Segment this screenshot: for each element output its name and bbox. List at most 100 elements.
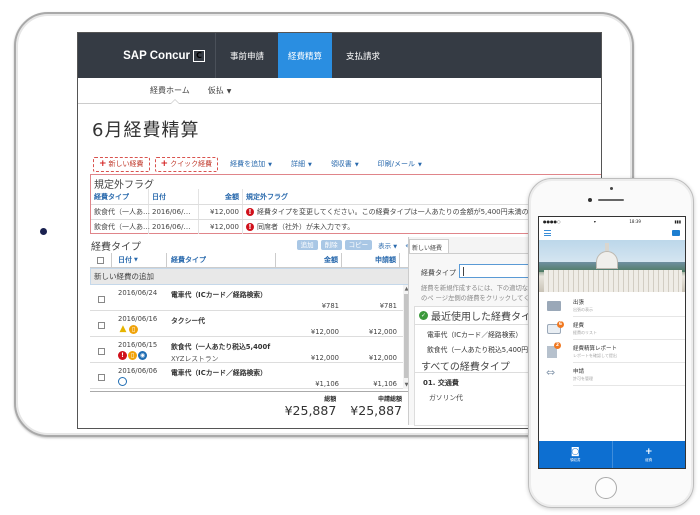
row-checkbox[interactable] <box>97 374 105 381</box>
phone-camera <box>588 198 592 202</box>
brand[interactable]: SAP Concur C <box>78 33 216 78</box>
menu-label: 経費を追加 <box>230 160 266 168</box>
print-email-menu[interactable]: 印刷/メール ▼ <box>371 159 429 169</box>
col-header-amount[interactable]: 金額 <box>199 189 243 204</box>
plus-icon: + <box>160 159 169 169</box>
add-button[interactable]: 追加 <box>296 240 318 250</box>
exception-amount: ¥12,000 <box>199 205 243 219</box>
wifi-icon: ▾ <box>593 219 596 224</box>
tab-expense[interactable]: 経費精算 <box>278 33 333 78</box>
col-header-type[interactable]: 経費タイプ <box>91 189 149 204</box>
col-header-type[interactable]: 経費タイプ <box>167 253 276 267</box>
exceptions-title: 規定外フラグ <box>94 180 154 191</box>
col-header-amount[interactable]: 金額 <box>276 253 342 267</box>
new-expense-button[interactable]: + 新しい経費 <box>93 156 150 172</box>
exception-type: 飲食代（一人あ… <box>91 205 150 219</box>
add-expense-menu[interactable]: 経費を追加 ▼ <box>223 159 279 169</box>
phone-menu-expenses[interactable]: 6 経費 経費のリスト <box>539 317 685 340</box>
receipts-menu[interactable]: 領収書 ▼ <box>324 159 366 169</box>
row-vendor: XYZレストラン <box>171 355 219 363</box>
view-menu[interactable]: 表示 ▼ <box>378 240 397 250</box>
phone-menu-travel[interactable]: 出張 出張の表示 <box>539 294 685 317</box>
tab-label: 経費精算 <box>288 51 323 62</box>
delete-button[interactable]: 削除 <box>320 240 342 250</box>
exception-date: 2016/06/… <box>149 220 199 234</box>
subnav-cash-advance[interactable]: 仮払 ▼ <box>208 85 232 96</box>
row-date: 2016/06/24 <box>118 289 158 297</box>
row-type: 電車代（ICカード／経路検索） <box>171 369 267 377</box>
hamburger-menu-icon[interactable] <box>544 230 551 236</box>
exception-row[interactable]: 飲食代（一人あ… 2016/06/… ¥12,000 ! 同席者（社外）が未入力で… <box>91 219 601 234</box>
row-date: 2016/06/16 <box>118 315 158 323</box>
button-label: 領収書 <box>570 457 581 462</box>
phone-menu-approvals[interactable]: 申請許可を管理 <box>539 363 685 386</box>
new-expense-tab[interactable]: 新しい経費 <box>409 239 449 253</box>
arrows-icon <box>546 366 561 380</box>
item-title: 経費精算レポート <box>573 345 618 352</box>
total-value: ¥25,887 <box>284 403 337 418</box>
tablet-camera <box>40 228 47 235</box>
phone-speaker <box>598 199 624 201</box>
select-all-checkbox[interactable] <box>97 256 104 264</box>
add-new-expense-row[interactable]: 新しい経費の追加 <box>90 268 410 285</box>
requested-total-value: ¥25,887 <box>350 403 402 418</box>
menu-label: 領収書 <box>330 160 352 168</box>
receipt-camera-button[interactable]: ◙ 領収書 <box>539 441 613 468</box>
brand-name: SAP Concur <box>123 49 190 62</box>
row-amount: ¥781 <box>321 302 339 310</box>
phone-sensor <box>610 187 613 190</box>
col-header-requested[interactable]: 申請額 <box>342 253 400 267</box>
subnav-expense-home[interactable]: 経費ホーム <box>150 85 190 96</box>
table-row[interactable]: 2016/06/16 ▲ ▯ タクシー代 ¥12,000 ¥12,000 <box>90 311 410 337</box>
tab-pre-approval[interactable]: 事前申請 <box>216 33 278 78</box>
exception-amount: ¥12,000 <box>199 220 243 234</box>
phone-frame: ●●●●○ ▾ 18:39 ▮▮▮ 出張 出張の表示 6 経費 経費のリスト 2… <box>528 178 694 508</box>
briefcase-icon <box>547 300 561 311</box>
receipt-icon: ▯ <box>129 325 138 334</box>
table-row[interactable]: 2016/06/24 電車代（ICカード／経路検索） ¥781 ¥781 <box>90 285 410 311</box>
plus-icon: + <box>99 159 107 169</box>
button-label: 経費 <box>645 457 653 462</box>
exception-row[interactable]: 飲食代（一人あ… 2016/06/… ¥12,000 ! 経費タイプを変更してくだ… <box>91 204 601 219</box>
expense-list-header: 経費タイプ 追加 削除 コピー 表示 ▼ « <box>90 237 410 253</box>
col-header-date[interactable]: 日付 <box>149 189 199 204</box>
caret-down-icon: ▼ <box>354 162 359 168</box>
caret-down-icon: ▼ <box>268 162 272 168</box>
item-title: 出張 <box>573 299 585 306</box>
copy-button[interactable]: コピー <box>344 240 373 250</box>
card-transaction-icon <box>118 377 127 386</box>
exceptions-panel: 規定外フラグ 経費タイプ 日付 金額 規定外フラグ 飲食代（一人あ… 2016/… <box>90 174 601 234</box>
table-row[interactable]: 2016/06/06 電車代（ICカード／経路検索） ¥1,106 ¥1,106 <box>90 363 410 389</box>
row-requested: ¥781 <box>379 302 397 310</box>
row-requested: ¥12,000 <box>368 354 397 362</box>
chat-icon[interactable] <box>672 230 680 236</box>
report-icon: 2 <box>547 341 561 358</box>
row-amount: ¥12,000 <box>310 328 339 336</box>
add-expense-button[interactable]: + 経費 <box>613 441 686 468</box>
camera-icon: ◙ <box>570 446 580 457</box>
row-checkbox[interactable] <box>97 348 105 355</box>
stage: SAP Concur C 事前申請 経費精算 支払請求 経費ホーム 仮払 ▼ 6月… <box>0 0 700 515</box>
row-checkbox[interactable] <box>97 322 105 329</box>
warning-icon: ▲ <box>119 324 127 334</box>
button-label: 新しい経費 <box>108 160 144 168</box>
toolbar: + 新しい経費 + クイック経費 経費を追加 ▼ 詳細 ▼ 領収書 ▼ 印刷/メール ▼ <box>78 153 601 175</box>
details-menu[interactable]: 詳細 ▼ <box>284 159 319 169</box>
tab-invoice[interactable]: 支払請求 <box>332 33 394 78</box>
row-checkbox[interactable] <box>97 296 105 303</box>
item-subtitle: 経費のリスト <box>573 329 597 335</box>
sub-nav: 経費ホーム 仮払 ▼ <box>78 78 601 104</box>
quick-expense-button[interactable]: + クイック経費 <box>154 156 219 172</box>
table-row[interactable]: 2016/06/15 ! ▯ ◉ 飲食代（一人あたり税込5,400f XYZレストラン… <box>90 337 410 363</box>
row-requested: ¥1,106 <box>373 380 397 388</box>
phone-footer: ◙ 領収書 + 経費 <box>539 441 685 468</box>
brand-logo-icon: C <box>193 49 205 62</box>
phone-menu-reports[interactable]: 2 経費精算レポート レポートを確認して提出 <box>539 340 685 363</box>
row-amount: ¥12,000 <box>310 354 339 362</box>
status-time: 18:39 <box>629 219 641 224</box>
home-button[interactable] <box>595 477 617 499</box>
expense-list-title: 経費タイプ <box>91 241 141 253</box>
row-type: 電車代（ICカード／経路検索） <box>171 291 267 299</box>
col-header-date[interactable]: 日付 ▼ <box>112 253 167 267</box>
card-icon: 6 <box>547 320 564 334</box>
